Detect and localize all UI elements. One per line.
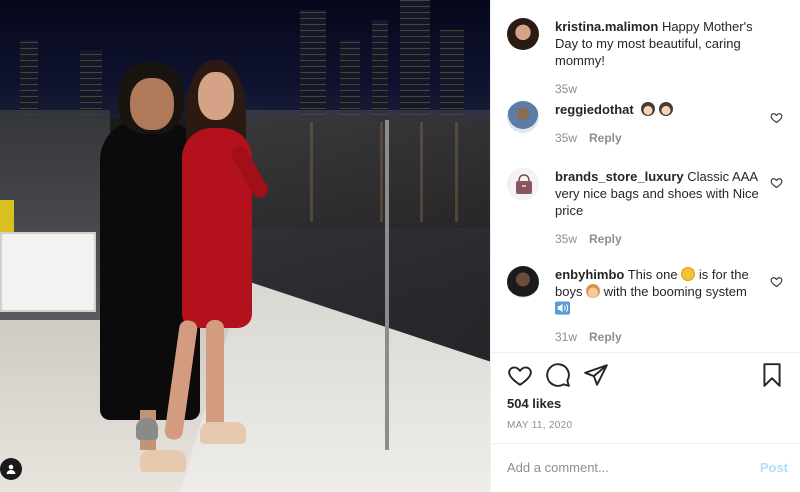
skyline-building [300,10,326,120]
baby-face-emoji [586,284,601,298]
like-comment-heart-icon[interactable] [770,111,783,124]
comment-timestamp[interactable]: 31w [555,329,577,346]
daughter-face [198,72,234,120]
commenter-avatar[interactable] [507,266,539,298]
like-comment-heart-icon[interactable] [770,275,783,288]
post-actions [507,362,785,388]
reply-button[interactable]: Reply [589,329,622,346]
comment-username[interactable]: reggiedothat [555,102,634,117]
nude-heel-shoe [140,450,186,472]
smiling-woman-emoji [658,102,673,116]
comment-username[interactable]: enbyhimbo [555,267,624,282]
post-comment-button[interactable]: Post [760,460,788,475]
add-comment-input[interactable]: Add a comment... [507,460,609,475]
tagged-user-icon[interactable] [0,458,22,480]
post-date[interactable]: MAY 11, 2020 [507,420,572,431]
comment-timestamp[interactable]: 35w [555,130,577,147]
author-username[interactable]: kristina.malimon [555,19,658,34]
post-sidebar: kristina.malimon Happy Mother's Day to m… [490,0,800,492]
skyline-building [372,20,388,120]
glass-post [385,120,389,450]
commenter-avatar[interactable] [507,101,539,133]
post-photo[interactable] [0,0,490,492]
share-paper-plane-icon[interactable] [583,362,609,388]
speaker-emoji-icon [555,301,570,315]
comment-username[interactable]: brands_store_luxury [555,169,684,184]
comment-text-part: with the booming system [603,284,747,299]
skyline-building [20,40,38,120]
mother-shoe [136,418,158,440]
comment-row: reggiedothat 35w Reply [507,101,787,147]
white-bench [0,232,96,312]
like-heart-icon[interactable] [507,362,533,388]
grimacing-face-emoji [681,267,696,281]
like-comment-heart-icon[interactable] [770,176,783,189]
smiling-woman-emoji [641,102,656,116]
comment-bubble-icon[interactable] [545,362,571,388]
caption-timestamp[interactable]: 35w [555,81,577,98]
comment-timestamp[interactable]: 35w [555,231,577,248]
comment-text-part: This one [627,267,678,282]
section-divider [491,443,800,444]
comments-list: kristina.malimon Happy Mother's Day to m… [491,0,800,352]
skyline-building [400,0,430,120]
skyline-building [340,40,360,120]
reply-button[interactable]: Reply [589,231,622,248]
nude-heel-shoe [200,422,246,444]
skyline-building [440,30,464,120]
reply-button[interactable]: Reply [589,130,622,147]
caption-row: kristina.malimon Happy Mother's Day to m… [507,18,787,98]
section-divider [491,352,800,353]
comment-row: brands_store_luxury Classic AAA very nic… [507,168,787,248]
comment-row: enbyhimbo This one is for the boys with … [507,266,787,346]
likes-count[interactable]: 504 likes [507,396,561,411]
save-bookmark-icon[interactable] [759,362,785,388]
mother-face [130,78,174,130]
daughter-leg [206,320,224,430]
handbag-avatar[interactable] [507,168,539,200]
author-avatar[interactable] [507,18,539,50]
